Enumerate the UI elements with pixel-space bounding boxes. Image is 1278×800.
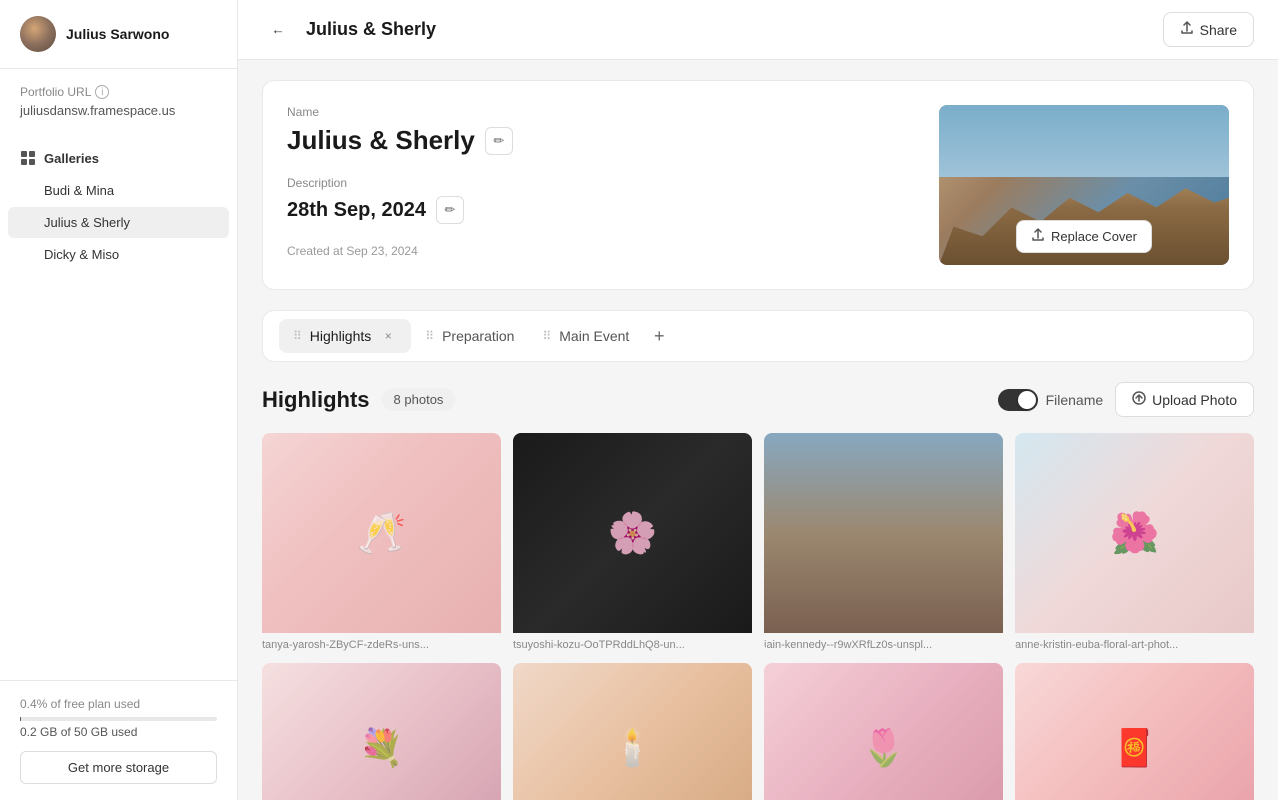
name-field-label: Name xyxy=(287,105,939,119)
upload-photo-button[interactable]: Upload Photo xyxy=(1115,382,1254,417)
filename-label: Filename xyxy=(1046,392,1104,408)
list-item[interactable]: iain-kennedy--r9wXRfLz0s-unspl... xyxy=(764,433,1003,651)
add-tab-button[interactable]: + xyxy=(643,320,675,352)
section-actions: Filename Upload Photo xyxy=(998,382,1254,417)
storage-detail-text: 0.2 GB of 50 GB used xyxy=(20,725,217,739)
tab-close-highlights[interactable]: × xyxy=(379,327,397,345)
main-content: ← Julius & Sherly Share Name Julius & Sh… xyxy=(238,0,1278,800)
tab-highlights[interactable]: ⠿ Highlights × xyxy=(279,319,411,353)
name-field-row: Julius & Sherly ✏ xyxy=(287,125,939,156)
gallery-info-card: Name Julius & Sherly ✏ Description 28th … xyxy=(262,80,1254,290)
share-icon xyxy=(1180,21,1194,38)
photo-thumb-3 xyxy=(764,433,1003,633)
sidebar-footer: 0.4% of free plan used 0.2 GB of 50 GB u… xyxy=(0,680,237,800)
photo-thumb-5 xyxy=(262,663,501,800)
photo-thumb-6 xyxy=(513,663,752,800)
list-item[interactable]: tsuyoshi-kozu-OoTPRddLhQ8-un... xyxy=(513,433,752,651)
cover-image: Replace Cover xyxy=(939,105,1229,265)
sidebar-user-section: Julius Sarwono xyxy=(0,0,237,69)
tab-drag-icon-main-event: ⠿ xyxy=(542,329,551,343)
storage-percent-text: 0.4% of free plan used xyxy=(20,697,217,711)
list-item[interactable] xyxy=(513,663,752,800)
toggle-switch[interactable] xyxy=(998,389,1038,411)
photo-thumb-7 xyxy=(764,663,1003,800)
portfolio-url-label: Portfolio URL i xyxy=(20,85,217,99)
photo-caption-4: anne-kristin-euba-floral-art-phot... xyxy=(1015,633,1254,651)
tabs-bar: ⠿ Highlights × ⠿ Preparation ⠿ Main Even… xyxy=(262,310,1254,362)
photo-caption-1: tanya-yarosh-ZByCF-zdeRs-uns... xyxy=(262,633,501,651)
list-item[interactable] xyxy=(262,663,501,800)
photo-thumb-2 xyxy=(513,433,752,633)
galleries-section-header: Galleries xyxy=(0,142,237,174)
info-icon[interactable]: i xyxy=(95,85,109,99)
edit-name-icon[interactable]: ✏ xyxy=(485,127,513,155)
created-at: Created at Sep 23, 2024 xyxy=(287,244,939,258)
description-field-label: Description xyxy=(287,176,939,190)
tab-main-event[interactable]: ⠿ Main Event xyxy=(528,320,643,352)
upload-photo-icon xyxy=(1132,391,1146,408)
replace-cover-button[interactable]: Replace Cover xyxy=(1016,220,1152,253)
photo-thumb-1 xyxy=(262,433,501,633)
gallery-description: 28th Sep, 2024 xyxy=(287,199,426,222)
photo-grid: tanya-yarosh-ZByCF-zdeRs-uns... tsuyoshi… xyxy=(262,433,1254,800)
gallery-name: Julius & Sherly xyxy=(287,125,475,156)
portfolio-url-section: Portfolio URL i juliusdansw.framespace.u… xyxy=(0,69,237,126)
tab-drag-icon-highlights: ⠿ xyxy=(293,329,302,343)
sidebar-item-dicky-miso[interactable]: Dicky & Miso xyxy=(8,239,229,270)
photo-thumb-4 xyxy=(1015,433,1254,633)
sidebar-item-budi-mina[interactable]: Budi & Mina xyxy=(8,175,229,206)
description-field-row: 28th Sep, 2024 ✏ xyxy=(287,196,939,224)
sidebar-username: Julius Sarwono xyxy=(66,26,169,42)
sidebar-item-julius-sherly[interactable]: Julius & Sherly xyxy=(8,207,229,238)
list-item[interactable]: anne-kristin-euba-floral-art-phot... xyxy=(1015,433,1254,651)
list-item[interactable] xyxy=(1015,663,1254,800)
photo-count-badge: 8 photos xyxy=(382,388,456,411)
list-item[interactable]: tanya-yarosh-ZByCF-zdeRs-uns... xyxy=(262,433,501,651)
grid-icon xyxy=(20,150,36,166)
sidebar-nav: Galleries Budi & Mina Julius & Sherly Di… xyxy=(0,126,237,279)
back-icon: ← xyxy=(271,22,284,37)
gallery-section-title: Highlights xyxy=(262,387,370,413)
photo-caption-2: tsuyoshi-kozu-OoTPRddLhQ8-un... xyxy=(513,633,752,651)
edit-description-icon[interactable]: ✏ xyxy=(436,196,464,224)
gallery-section-header: Highlights 8 photos Filename Upload Phot… xyxy=(262,382,1254,417)
share-button[interactable]: Share xyxy=(1163,12,1254,47)
replace-cover-icon xyxy=(1031,228,1045,245)
content-area: Name Julius & Sherly ✏ Description 28th … xyxy=(238,60,1278,800)
storage-bar xyxy=(20,717,217,721)
list-item[interactable] xyxy=(764,663,1003,800)
gallery-info-left: Name Julius & Sherly ✏ Description 28th … xyxy=(287,105,939,258)
header-left: ← Julius & Sherly xyxy=(262,14,436,46)
portfolio-url-value: juliusdansw.framespace.us xyxy=(20,103,217,118)
tab-drag-icon-preparation: ⠿ xyxy=(425,329,434,343)
sidebar: Julius Sarwono Portfolio URL i juliusdan… xyxy=(0,0,238,800)
filename-toggle[interactable]: Filename xyxy=(998,389,1104,411)
photo-thumb-8 xyxy=(1015,663,1254,800)
header: ← Julius & Sherly Share xyxy=(238,0,1278,60)
tab-preparation[interactable]: ⠿ Preparation xyxy=(411,320,528,352)
get-more-storage-button[interactable]: Get more storage xyxy=(20,751,217,784)
avatar xyxy=(20,16,56,52)
photo-caption-3: iain-kennedy--r9wXRfLz0s-unspl... xyxy=(764,633,1003,651)
storage-bar-fill xyxy=(20,717,21,721)
back-button[interactable]: ← xyxy=(262,14,294,46)
header-title: Julius & Sherly xyxy=(306,19,436,40)
gallery-section-title-row: Highlights 8 photos xyxy=(262,387,455,413)
